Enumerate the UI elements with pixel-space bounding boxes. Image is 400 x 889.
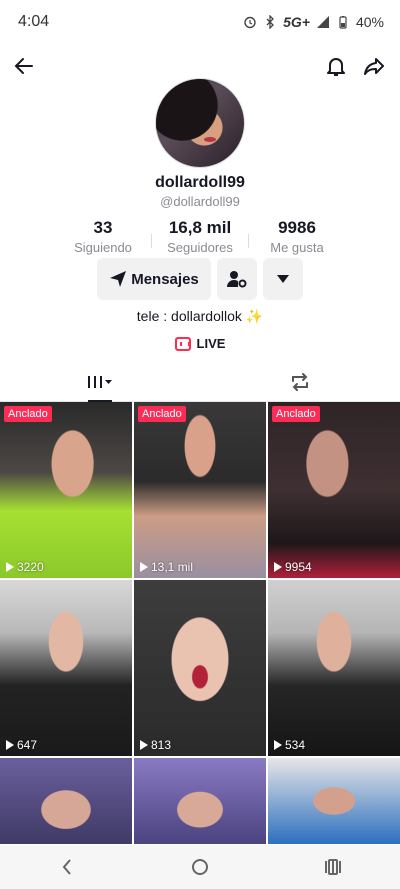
message-button[interactable]: Mensajes (97, 258, 211, 300)
video-thumbnail[interactable] (0, 758, 132, 844)
system-back-button[interactable] (47, 852, 87, 882)
repost-icon (292, 372, 308, 391)
video-thumbnail[interactable]: Anclado 3220 (0, 402, 132, 578)
video-image (134, 580, 266, 756)
chevron-left-icon (62, 859, 71, 875)
play-icon (140, 740, 148, 750)
status-time: 4:04 (18, 13, 50, 30)
view-count: 647 (6, 738, 37, 752)
view-count: 9954 (274, 560, 312, 574)
circle-icon (191, 859, 208, 875)
tab-reposts[interactable] (200, 362, 400, 401)
video-thumbnail[interactable]: Anclado 9954 (268, 402, 400, 578)
video-image (0, 758, 132, 844)
pinned-badge: Anclado (272, 406, 320, 422)
view-count: 3220 (6, 560, 44, 574)
notifications-button[interactable] (322, 52, 350, 80)
system-nav-bar (0, 845, 400, 889)
video-thumbnail[interactable]: 534 (268, 580, 400, 756)
following-label: Siguiendo (74, 240, 132, 255)
status-icons: 5G+ 40% (243, 14, 384, 30)
caret-down-icon (277, 275, 289, 283)
likes-count: 9986 (278, 218, 316, 237)
stat-following[interactable]: 33 Siguiendo (55, 218, 151, 255)
following-count: 33 (93, 218, 113, 237)
live-label: LIVE (196, 336, 226, 351)
username: dollardoll99 (155, 174, 245, 191)
play-icon (6, 740, 14, 750)
add-friend-button[interactable] (217, 258, 257, 300)
live-link[interactable]: LIVE (0, 336, 400, 351)
play-icon (274, 740, 282, 750)
video-image (134, 402, 266, 578)
pinned-badge: Anclado (138, 406, 186, 422)
profile-stats: 33 Siguiendo 16,8 mil Seguidores 9986 Me… (0, 218, 400, 255)
video-image (134, 758, 266, 844)
back-button[interactable] (10, 52, 38, 80)
system-home-button[interactable] (180, 852, 220, 882)
grid-lines-icon (88, 375, 112, 388)
view-count: 813 (140, 738, 171, 752)
avatar[interactable] (155, 78, 245, 168)
recents-icon (325, 859, 342, 875)
network-label: 5G+ (283, 14, 310, 30)
alarm-icon (244, 16, 256, 29)
stat-followers[interactable]: 16,8 mil Seguidores (152, 218, 248, 255)
view-count: 13,1 mil (140, 560, 193, 574)
user-settings-icon (227, 271, 247, 288)
likes-label: Me gusta (270, 240, 324, 255)
play-icon (140, 562, 148, 572)
video-thumbnail[interactable]: 647 (0, 580, 132, 756)
bio-text: tele : dollardollok ✨ (136, 308, 264, 324)
bell-icon (327, 58, 345, 76)
more-dropdown-button[interactable] (263, 258, 303, 300)
stat-likes[interactable]: 9986 Me gusta (249, 218, 345, 255)
tab-videos[interactable] (0, 362, 200, 402)
video-image (268, 580, 400, 756)
status-bar: 4:04 5G+ 40% (0, 0, 400, 44)
content-tabs (0, 362, 400, 402)
arrow-left-icon (14, 58, 33, 74)
video-image (268, 402, 400, 578)
video-thumbnail[interactable]: Anclado 13,1 mil (134, 402, 266, 578)
video-image (268, 758, 400, 844)
pinned-badge: Anclado (4, 406, 52, 422)
share-button[interactable] (360, 52, 388, 80)
play-icon (6, 562, 14, 572)
battery-icon (339, 16, 347, 29)
share-icon (364, 58, 384, 75)
bluetooth-icon (266, 15, 275, 29)
video-thumbnail[interactable]: 813 (134, 580, 266, 756)
send-icon (110, 271, 127, 287)
play-icon (274, 562, 282, 572)
view-count: 534 (274, 738, 305, 752)
followers-count: 16,8 mil (168, 218, 232, 237)
video-thumbnail[interactable] (134, 758, 266, 844)
system-recents-button[interactable] (313, 852, 353, 882)
followers-label: Seguidores (167, 240, 233, 255)
message-label: Mensajes (131, 270, 199, 288)
profile-actions: Mensajes (0, 258, 400, 300)
battery-label: 40% (355, 14, 384, 30)
video-image (0, 580, 132, 756)
signal-icon (316, 16, 329, 28)
video-thumbnail[interactable] (268, 758, 400, 844)
video-grid: Anclado 3220 Anclado 13,1 mil Anclado 99… (0, 402, 400, 844)
live-icon (174, 336, 191, 351)
video-image (0, 402, 132, 578)
handle: @dollardoll99 (160, 194, 240, 209)
